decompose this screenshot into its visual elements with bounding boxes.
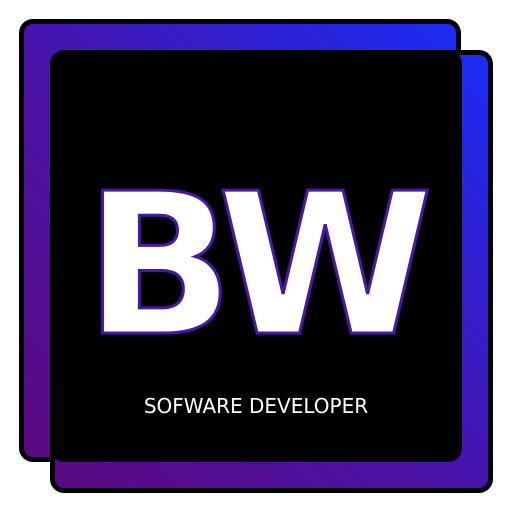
logo-tagline: SOFWARE DEVELOPER (143, 394, 369, 418)
logo-panel: BW SOFWARE DEVELOPER (50, 50, 462, 462)
logo-monogram: BW (83, 152, 435, 380)
logo-canvas: BW SOFWARE DEVELOPER (0, 0, 512, 512)
